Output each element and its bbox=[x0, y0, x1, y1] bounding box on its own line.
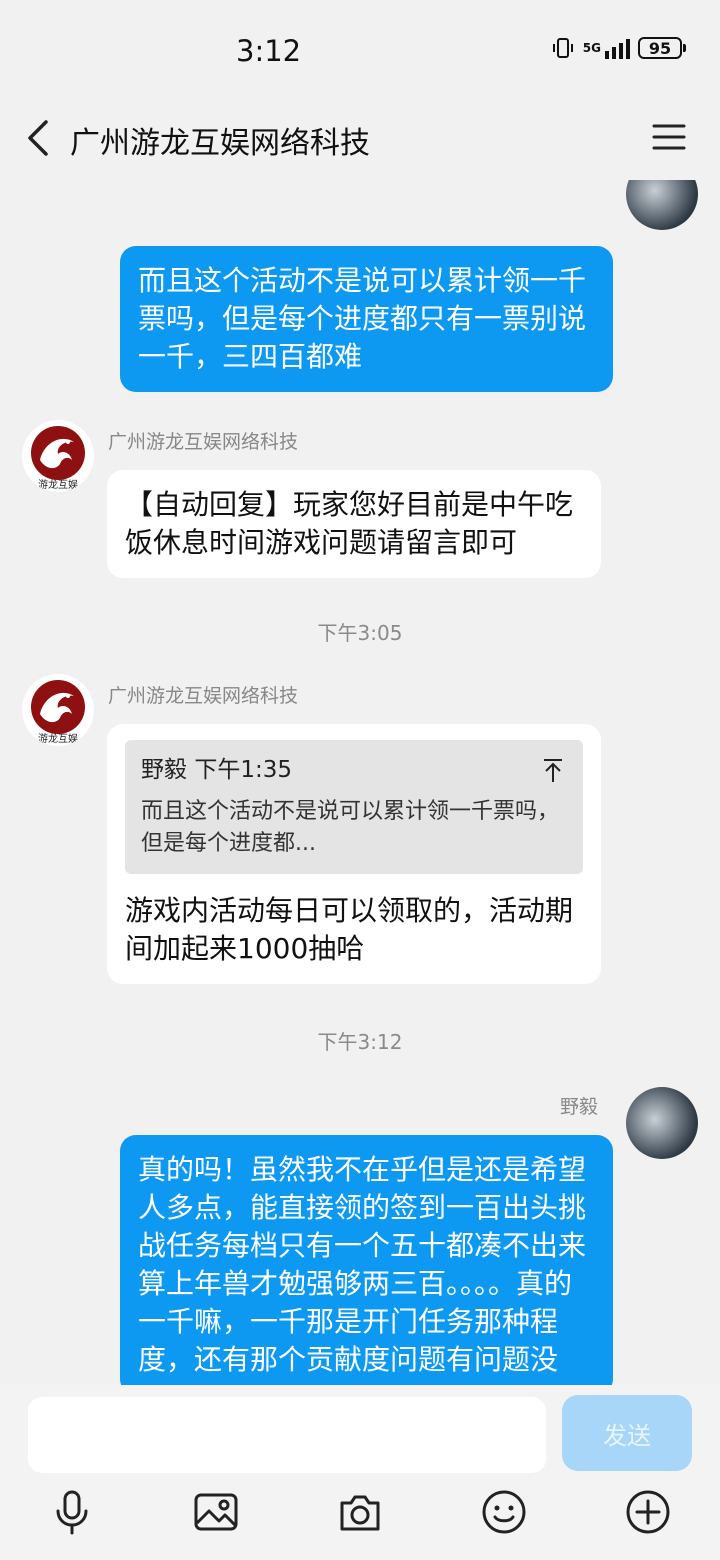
image-icon[interactable] bbox=[193, 1489, 239, 1535]
user-avatar[interactable] bbox=[626, 180, 698, 230]
quote-time: 下午1:35 bbox=[194, 757, 292, 783]
input-toolbar bbox=[0, 1489, 720, 1539]
emoji-icon[interactable] bbox=[481, 1489, 527, 1535]
status-icons: 5G 95 bbox=[551, 36, 686, 60]
input-bar: 发送 bbox=[0, 1385, 720, 1560]
quote-text: 而且这个活动不是说可以累计领一千票吗，但是每个进度都... bbox=[141, 799, 560, 856]
battery-level: 95 bbox=[648, 38, 672, 58]
plus-icon[interactable] bbox=[625, 1489, 671, 1535]
sender-name: 野毅 bbox=[560, 1096, 599, 1118]
company-avatar[interactable]: 游龙互娱 bbox=[22, 420, 94, 492]
microphone-icon[interactable] bbox=[49, 1489, 95, 1535]
menu-icon[interactable] bbox=[652, 122, 686, 152]
network-type: 5G bbox=[582, 41, 601, 55]
company-logo-text: 游龙互娱 bbox=[38, 478, 78, 491]
sender-name: 广州游龙互娱网络科技 bbox=[108, 685, 299, 707]
message-timestamp: 下午3:12 bbox=[317, 1030, 403, 1054]
message-bubble-other[interactable]: 野毅 下午1:35 而且这个活动不是说可以累计领一千票吗，但是每个进度都... … bbox=[107, 724, 601, 984]
message-text: 真的吗！虽然我不在乎但是还是希望人多点，能直接领的签到一百出头挑战任务每档只有一… bbox=[138, 1153, 587, 1376]
quote-author: 野毅 bbox=[141, 757, 187, 783]
sender-name: 广州游龙互娱网络科技 bbox=[108, 431, 299, 453]
message-bubble-self[interactable]: 真的吗！虽然我不在乎但是还是希望人多点，能直接领的签到一百出头挑战任务每档只有一… bbox=[120, 1135, 613, 1385]
status-time: 3:12 bbox=[236, 34, 302, 68]
message-input[interactable] bbox=[28, 1397, 546, 1473]
chat-header: 广州游龙互娱网络科技 bbox=[0, 100, 720, 180]
message-timestamp: 下午3:05 bbox=[317, 621, 403, 645]
quoted-message[interactable]: 野毅 下午1:35 而且这个活动不是说可以累计领一千票吗，但是每个进度都... bbox=[125, 740, 583, 874]
company-avatar[interactable]: 游龙互娱 bbox=[22, 674, 94, 746]
message-text: 游戏内活动每日可以领取的，活动期间加起来1000抽哈 bbox=[125, 894, 574, 965]
camera-icon[interactable] bbox=[337, 1489, 383, 1535]
message-text: 而且这个活动不是说可以累计领一千票吗，但是每个进度都只有一票别说一千，三四百都难 bbox=[138, 264, 587, 373]
send-button[interactable]: 发送 bbox=[562, 1395, 692, 1471]
status-bar: 3:12 5G 95 bbox=[0, 0, 720, 100]
vibrate-icon bbox=[552, 38, 573, 58]
message-bubble-other[interactable]: 【自动回复】玩家您好目前是中午吃饭休息时间游戏问题请留言即可 bbox=[107, 470, 601, 578]
battery-icon: 95 bbox=[638, 37, 686, 59]
company-logo-text: 游龙互娱 bbox=[38, 732, 78, 745]
quote-header: 野毅 下午1:35 bbox=[141, 754, 567, 786]
message-list[interactable]: 而且这个活动不是说可以累计领一千票吗，但是每个进度都只有一票别说一千，三四百都难… bbox=[0, 180, 720, 1385]
jump-to-message-icon[interactable] bbox=[541, 758, 565, 784]
chat-title: 广州游龙互娱网络科技 bbox=[70, 126, 370, 161]
dragon-logo-icon: 游龙互娱 bbox=[31, 680, 85, 745]
message-bubble-self[interactable]: 而且这个活动不是说可以累计领一千票吗，但是每个进度都只有一票别说一千，三四百都难 bbox=[120, 246, 613, 392]
back-icon[interactable] bbox=[22, 118, 56, 158]
message-text: 【自动回复】玩家您好目前是中午吃饭休息时间游戏问题请留言即可 bbox=[125, 488, 574, 559]
dragon-logo-icon: 游龙互娱 bbox=[31, 426, 85, 491]
user-avatar[interactable] bbox=[626, 1087, 698, 1159]
signal-icon bbox=[605, 37, 630, 59]
